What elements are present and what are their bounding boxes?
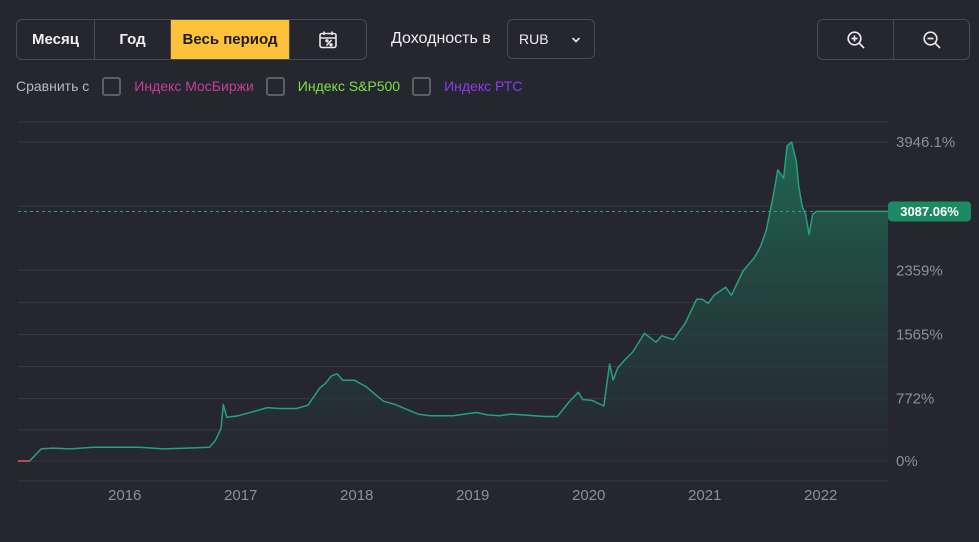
y-tick-label: 1565% [896,326,943,343]
y-tick-label: 772% [896,391,934,408]
x-tick-label: 2020 [572,487,605,504]
y-tick-label: 3946.1% [896,134,955,151]
x-tick-label: 2022 [804,487,837,504]
current-value-label: 3087.06% [900,204,959,219]
y-tick-label: 0% [896,453,918,470]
x-tick-label: 2018 [340,487,373,504]
x-tick-label: 2021 [688,487,721,504]
x-tick-label: 2019 [456,487,489,504]
x-tick-label: 2017 [224,487,257,504]
return-chart[interactable]: 0% 772% 1565% 2359% 3946.1% 3087.06% 2016 2017 2… [0,0,979,542]
x-tick-label: 2016 [108,487,141,504]
y-tick-label: 2359% [896,262,943,279]
return-area [18,142,888,461]
